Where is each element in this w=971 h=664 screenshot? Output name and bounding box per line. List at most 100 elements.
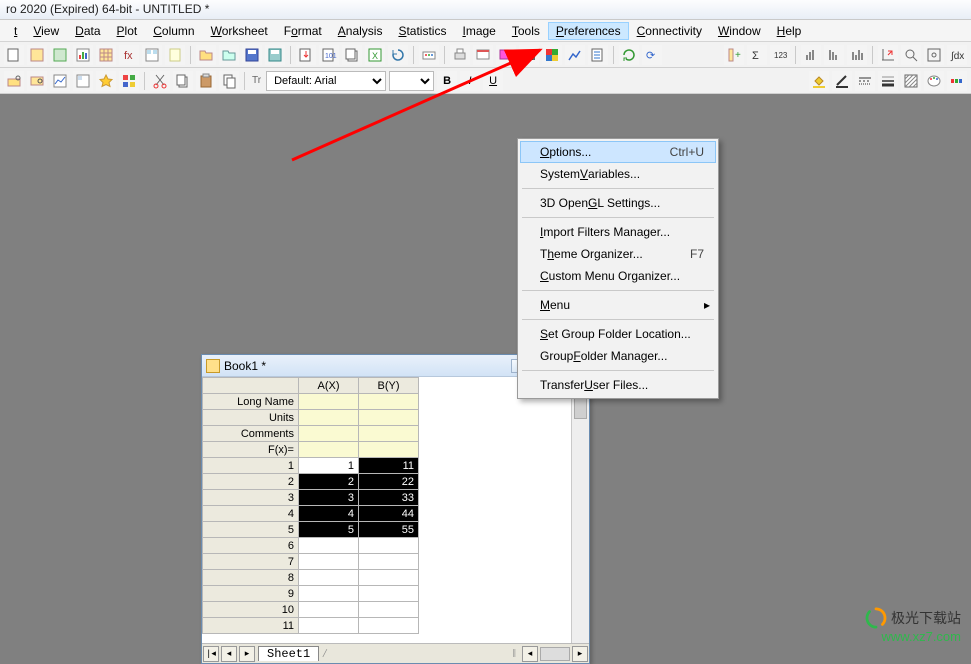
reimport-icon[interactable]: [388, 45, 408, 65]
menu-preferences[interactable]: Preferences: [548, 22, 629, 40]
cell[interactable]: 22: [359, 474, 419, 490]
import-wizard-icon[interactable]: [296, 45, 316, 65]
cell[interactable]: 33: [359, 490, 419, 506]
import-multi-icon[interactable]: [342, 45, 362, 65]
menu-worksheet[interactable]: Worksheet: [203, 22, 276, 40]
menuitem-system-variables[interactable]: System Variables...: [520, 163, 716, 185]
cell[interactable]: [299, 570, 359, 586]
menuitem-options[interactable]: Options...Ctrl+U: [520, 141, 716, 163]
palette-icon[interactable]: [924, 71, 944, 91]
line-width-icon[interactable]: [878, 71, 898, 91]
row-header[interactable]: 2: [203, 474, 299, 490]
cell[interactable]: 55: [359, 522, 419, 538]
new-excel-icon[interactable]: [50, 45, 70, 65]
fontsize-select[interactable]: [389, 71, 434, 91]
row-header[interactable]: 3: [203, 490, 299, 506]
menu-plot[interactable]: Plot: [109, 22, 146, 40]
menuitem-set-group-folder-location[interactable]: Set Group Folder Location...: [520, 323, 716, 345]
cell[interactable]: 3: [299, 490, 359, 506]
row-header[interactable]: 5: [203, 522, 299, 538]
cell[interactable]: [359, 538, 419, 554]
cell[interactable]: [299, 586, 359, 602]
math-icon[interactable]: ∫dx: [947, 45, 967, 65]
new-matrix-icon[interactable]: [96, 45, 116, 65]
find-icon[interactable]: [27, 71, 47, 91]
video-icon[interactable]: [519, 45, 539, 65]
batch-icon[interactable]: [419, 45, 439, 65]
row-header[interactable]: Comments: [203, 426, 299, 442]
paste-icon[interactable]: [196, 71, 216, 91]
copy-page-icon[interactable]: [219, 71, 239, 91]
cut-icon[interactable]: [150, 71, 170, 91]
row-header[interactable]: 8: [203, 570, 299, 586]
row-header[interactable]: F(x)=: [203, 442, 299, 458]
row-header[interactable]: Units: [203, 410, 299, 426]
row-header[interactable]: 6: [203, 538, 299, 554]
add-col-icon[interactable]: +: [724, 45, 744, 65]
menu-column[interactable]: Column: [145, 22, 202, 40]
column-header[interactable]: B(Y): [359, 378, 419, 394]
rescale-icon[interactable]: [878, 45, 898, 65]
open-template-icon[interactable]: [219, 45, 239, 65]
bold-button[interactable]: B: [437, 71, 457, 91]
line-style-icon[interactable]: [855, 71, 875, 91]
chart-col3-icon[interactable]: [847, 45, 867, 65]
cell[interactable]: [359, 570, 419, 586]
stats-icon[interactable]: Σ: [747, 45, 767, 65]
worksheet-grid[interactable]: A(X)B(Y)Long NameUnitsCommentsF(x)=11112…: [202, 377, 571, 643]
graph-list-icon[interactable]: [73, 71, 93, 91]
menu-image[interactable]: Image: [454, 22, 503, 40]
cell[interactable]: [299, 538, 359, 554]
tab-nav-prev[interactable]: ◂: [221, 646, 237, 662]
menu-format[interactable]: Format: [276, 22, 330, 40]
cell[interactable]: 4: [299, 506, 359, 522]
graph-full-icon[interactable]: [50, 71, 70, 91]
font-select[interactable]: Default: Arial: [266, 71, 386, 91]
menuitem-custom-menu-organizer[interactable]: Custom Menu Organizer...: [520, 265, 716, 287]
menu-analysis[interactable]: Analysis: [330, 22, 391, 40]
zoom-icon[interactable]: [901, 45, 921, 65]
vertical-scrollbar[interactable]: [571, 377, 589, 643]
recalc-icon[interactable]: ⟳: [642, 45, 662, 65]
menu-window[interactable]: Window: [710, 22, 769, 40]
cell[interactable]: 44: [359, 506, 419, 522]
save-template-icon[interactable]: [265, 45, 285, 65]
menuitem-menu[interactable]: Menu▸: [520, 294, 716, 316]
pattern-icon[interactable]: [901, 71, 921, 91]
menu-help[interactable]: Help: [769, 22, 810, 40]
row-header[interactable]: 7: [203, 554, 299, 570]
cell[interactable]: [299, 554, 359, 570]
menu-data[interactable]: Data: [67, 22, 108, 40]
favorites-icon[interactable]: [96, 71, 116, 91]
new-layout-icon[interactable]: [142, 45, 162, 65]
column-header[interactable]: A(X): [299, 378, 359, 394]
menuitem-theme-organizer[interactable]: Theme Organizer...F7: [520, 243, 716, 265]
tab-nav-first[interactable]: |◂: [203, 646, 219, 662]
italic-button[interactable]: I: [460, 71, 480, 91]
print-icon[interactable]: [450, 45, 470, 65]
explorer-icon[interactable]: [4, 71, 24, 91]
new-color-icon[interactable]: [542, 45, 562, 65]
open-icon[interactable]: [196, 45, 216, 65]
new-notes-icon[interactable]: [165, 45, 185, 65]
import-excel-icon[interactable]: X: [365, 45, 385, 65]
menu-statistics[interactable]: Statistics: [390, 22, 454, 40]
new-graph-icon[interactable]: [73, 45, 93, 65]
col-xy-icon[interactable]: 123: [770, 45, 790, 65]
chart-col1-icon[interactable]: [801, 45, 821, 65]
linecolor-icon[interactable]: [832, 71, 852, 91]
menu-connectivity[interactable]: Connectivity: [629, 22, 710, 40]
row-header[interactable]: 10: [203, 602, 299, 618]
cell[interactable]: [359, 554, 419, 570]
row-header[interactable]: 9: [203, 586, 299, 602]
cell[interactable]: 2: [299, 474, 359, 490]
cell[interactable]: [359, 602, 419, 618]
cell[interactable]: 11: [359, 458, 419, 474]
sheet-tab[interactable]: Sheet1: [258, 646, 319, 661]
cell[interactable]: [299, 602, 359, 618]
new-project-icon[interactable]: [4, 45, 24, 65]
slide-icon[interactable]: [473, 45, 493, 65]
hscroll-right[interactable]: ▸: [572, 646, 588, 662]
menu-view[interactable]: View: [25, 22, 67, 40]
refresh-icon[interactable]: [619, 45, 639, 65]
